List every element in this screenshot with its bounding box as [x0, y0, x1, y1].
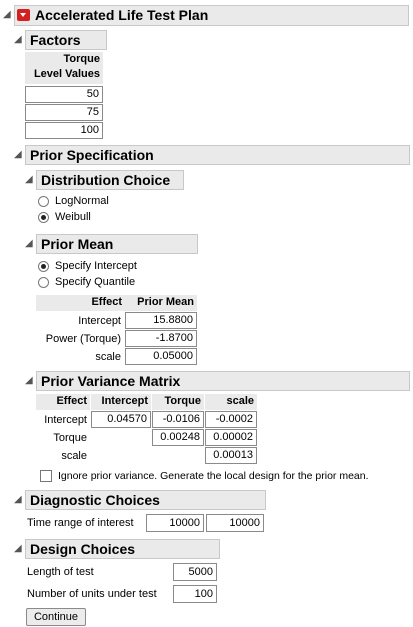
window-title-bar: Accelerated Life Test Plan: [14, 5, 409, 26]
disclosure-triangle-icon[interactable]: ◢: [3, 9, 11, 21]
length-of-test-input[interactable]: 5000: [173, 563, 217, 581]
prior-mean-effect-label: scale: [95, 351, 121, 363]
factors-disclosure-icon[interactable]: ◢: [14, 34, 22, 46]
factor-level-cell[interactable]: 50: [25, 86, 103, 103]
prior-mean-header: Prior Mean: [36, 234, 198, 254]
variance-cell[interactable]: -0.0002: [205, 411, 257, 428]
radio-lognormal-label: LogNormal: [55, 195, 109, 207]
units-under-test-label: Number of units under test: [27, 588, 157, 600]
variance-cell[interactable]: 0.00002: [205, 429, 257, 446]
radio-lognormal[interactable]: [38, 196, 49, 207]
diagnostic-disclosure-icon[interactable]: ◢: [14, 494, 22, 506]
factors-column-header: Torque Level Values: [25, 52, 103, 84]
variance-scale-header: scale: [205, 394, 257, 410]
radio-weibull-label: Weibull: [55, 211, 91, 223]
time-range-to-input[interactable]: 10000: [206, 514, 264, 532]
variance-intercept-header: Intercept: [91, 394, 151, 410]
factor-level-cell[interactable]: 75: [25, 104, 103, 121]
radio-specify-quantile-label: Specify Quantile: [55, 276, 136, 288]
prior-mean-effect-label: Power (Torque): [45, 333, 121, 345]
prior-mean-effect-header: Effect: [36, 295, 125, 311]
variance-row-label: Intercept: [44, 414, 87, 426]
prior-mean-cell[interactable]: 0.05000: [125, 348, 197, 365]
variance-cell[interactable]: 0.00013: [205, 447, 257, 464]
variance-row-label: Torque: [53, 432, 87, 444]
radio-specify-intercept-label: Specify Intercept: [55, 260, 137, 272]
prior-mean-disclosure-icon[interactable]: ◢: [25, 238, 33, 250]
window-title: Accelerated Life Test Plan: [35, 7, 209, 23]
variance-row-label: scale: [61, 450, 87, 462]
design-header: Design Choices: [25, 539, 220, 559]
units-under-test-input[interactable]: 100: [173, 585, 217, 603]
prior-spec-disclosure-icon[interactable]: ◢: [14, 149, 22, 161]
factors-header: Factors: [25, 30, 107, 50]
variance-effect-header: Effect: [36, 394, 90, 410]
ignore-prior-variance-checkbox[interactable]: [40, 470, 52, 482]
diagnostic-header: Diagnostic Choices: [25, 490, 266, 510]
variance-cell[interactable]: 0.04570: [91, 411, 151, 428]
length-of-test-label: Length of test: [27, 566, 94, 578]
prior-variance-header: Prior Variance Matrix: [36, 371, 410, 391]
distribution-header: Distribution Choice: [36, 170, 184, 190]
variance-cell[interactable]: 0.00248: [152, 429, 204, 446]
radio-weibull[interactable]: [38, 212, 49, 223]
distribution-disclosure-icon[interactable]: ◢: [25, 174, 33, 186]
radio-specify-intercept[interactable]: [38, 261, 49, 272]
prior-variance-disclosure-icon[interactable]: ◢: [25, 375, 33, 387]
prior-mean-value-header: Prior Mean: [125, 295, 197, 311]
prior-spec-header: Prior Specification: [25, 145, 410, 165]
design-disclosure-icon[interactable]: ◢: [14, 543, 22, 555]
prior-mean-cell[interactable]: -1.8700: [125, 330, 197, 347]
continue-button[interactable]: Continue: [26, 608, 86, 626]
variance-torque-header: Torque: [152, 394, 204, 410]
prior-mean-cell[interactable]: 15.8800: [125, 312, 197, 329]
time-range-label: Time range of interest: [27, 517, 134, 529]
ignore-prior-variance-label: Ignore prior variance. Generate the loca…: [58, 470, 369, 482]
variance-cell[interactable]: -0.0106: [152, 411, 204, 428]
radio-specify-quantile[interactable]: [38, 277, 49, 288]
prior-mean-effect-label: Intercept: [78, 315, 121, 327]
factor-level-cell[interactable]: 100: [25, 122, 103, 139]
time-range-from-input[interactable]: 10000: [146, 514, 204, 532]
red-triangle-menu-icon[interactable]: [17, 9, 30, 21]
